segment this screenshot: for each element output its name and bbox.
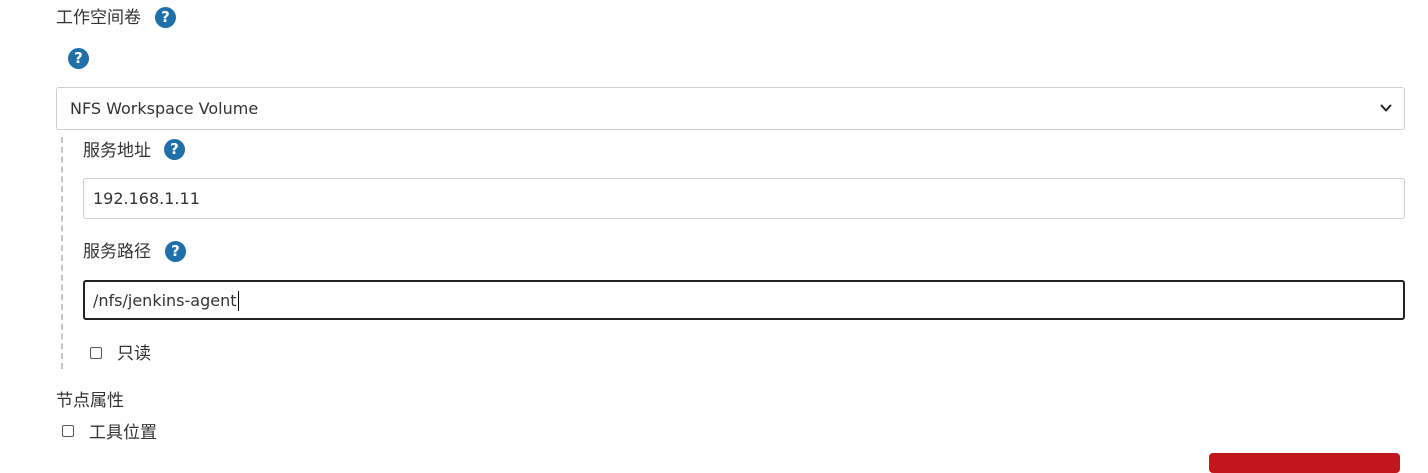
chevron-down-icon xyxy=(1380,104,1392,112)
tool-location-label[interactable]: 工具位置 xyxy=(89,423,157,443)
tool-location-checkbox[interactable] xyxy=(62,425,74,437)
workspace-volume-select[interactable]: NFS Workspace Volume xyxy=(56,87,1405,130)
workspace-volume-label: 工作空间卷 xyxy=(56,8,141,28)
server-address-input[interactable]: 192.168.1.11 xyxy=(83,178,1405,219)
read-only-label[interactable]: 只读 xyxy=(117,344,151,364)
server-path-value-wrap: /nfs/jenkins-agent xyxy=(93,291,239,311)
server-address-help-icon[interactable]: ? xyxy=(164,139,185,160)
server-address-value: 192.168.1.11 xyxy=(93,189,200,208)
read-only-checkbox[interactable] xyxy=(90,347,102,359)
node-properties-heading: 节点属性 xyxy=(56,391,124,411)
nfs-section-divider xyxy=(61,137,63,369)
server-path-help-icon[interactable]: ? xyxy=(165,241,186,262)
server-path-label: 服务路径 xyxy=(83,242,151,262)
workspace-volume-help-icon[interactable]: ? xyxy=(155,7,176,28)
save-button[interactable] xyxy=(1209,453,1400,473)
server-path-value: /nfs/jenkins-agent xyxy=(93,291,237,310)
text-caret xyxy=(237,291,239,311)
server-address-label: 服务地址 xyxy=(83,141,151,161)
workspace-volume-select-value: NFS Workspace Volume xyxy=(70,99,259,118)
workspace-volume-type-help-icon[interactable]: ? xyxy=(68,48,89,69)
server-path-input[interactable]: /nfs/jenkins-agent xyxy=(83,280,1405,320)
